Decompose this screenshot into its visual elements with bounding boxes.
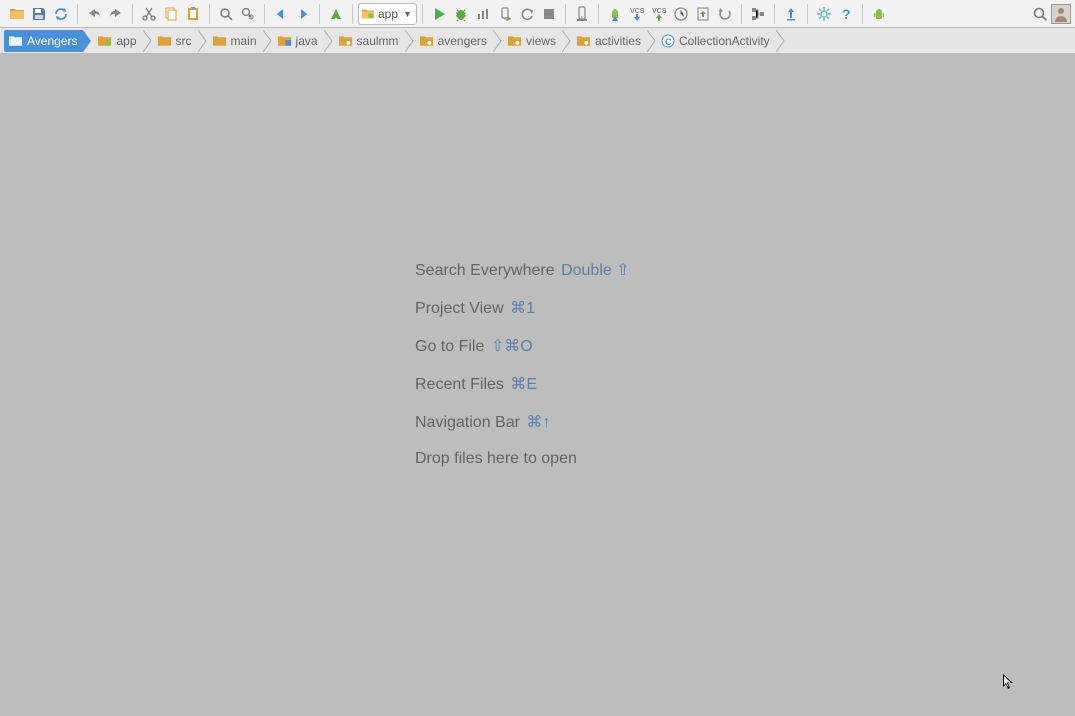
help-button[interactable]: ? <box>835 3 857 25</box>
hint-navigation-bar: Navigation Bar ⌘↑ <box>415 412 630 432</box>
make-project-button[interactable] <box>325 3 347 25</box>
breadcrumb-label: app <box>116 34 136 48</box>
keyboard-hints: Search Everywhere Double ⇧ Project View … <box>415 260 630 468</box>
svg-text:C: C <box>665 37 672 47</box>
stop-button[interactable] <box>538 3 560 25</box>
copy-button[interactable] <box>160 3 182 25</box>
breadcrumb-package-avengers[interactable]: avengers <box>415 30 493 52</box>
save-button[interactable] <box>28 3 50 25</box>
hint-project-view: Project View ⌘1 <box>415 298 630 318</box>
redo-button[interactable] <box>105 3 127 25</box>
debug-button[interactable] <box>450 3 472 25</box>
breadcrumb-label: java <box>296 34 318 48</box>
breadcrumb-package-activities[interactable]: activities <box>572 30 647 52</box>
paste-button[interactable] <box>182 3 204 25</box>
hint-recent-files: Recent Files ⌘E <box>415 374 630 394</box>
navigation-breadcrumb: Avengers app src main java saulmm avenge… <box>0 28 1075 54</box>
android-tips-button[interactable] <box>868 3 890 25</box>
forward-button[interactable] <box>292 3 314 25</box>
breadcrumb-label: CollectionActivity <box>679 34 770 48</box>
run-button[interactable] <box>428 3 450 25</box>
breadcrumb-label: src <box>176 34 192 48</box>
breadcrumb-package-views[interactable]: views <box>503 30 562 52</box>
replace-button[interactable] <box>237 3 259 25</box>
hint-search-everywhere: Search Everywhere Double ⇧ <box>415 260 630 280</box>
svg-text:VCS: VCS <box>630 8 645 15</box>
editor-empty-state: Search Everywhere Double ⇧ Project View … <box>0 54 1075 716</box>
settings-button[interactable] <box>813 3 835 25</box>
find-button[interactable] <box>215 3 237 25</box>
breadcrumb-label: activities <box>595 34 641 48</box>
back-button[interactable] <box>270 3 292 25</box>
breadcrumb-label: views <box>526 34 556 48</box>
run-configuration-selector[interactable]: app ▼ <box>358 3 417 25</box>
svg-text:VCS: VCS <box>652 8 667 15</box>
breadcrumb-project[interactable]: Avengers <box>4 30 83 52</box>
vcs-push-button[interactable] <box>692 3 714 25</box>
run-config-label: app <box>378 7 398 21</box>
apply-changes-button[interactable] <box>516 3 538 25</box>
breadcrumb-label: Avengers <box>27 34 77 48</box>
sdk-manager-button[interactable] <box>604 3 626 25</box>
attach-debugger-button[interactable] <box>494 3 516 25</box>
chevron-down-icon: ▼ <box>403 9 412 19</box>
breadcrumb-class[interactable]: C CollectionActivity <box>657 30 776 52</box>
breadcrumb-folder-main[interactable]: main <box>208 30 263 52</box>
hint-go-to-file: Go to File ⇧⌘O <box>415 336 630 356</box>
shortcut-text: ⇧⌘O <box>491 338 533 355</box>
vcs-update-button[interactable]: VCS <box>626 3 648 25</box>
breadcrumb-label: saulmm <box>357 34 399 48</box>
vcs-revert-button[interactable] <box>714 3 736 25</box>
breadcrumb-package-saulmm[interactable]: saulmm <box>334 30 405 52</box>
user-avatar[interactable] <box>1051 4 1071 24</box>
profile-button[interactable] <box>472 3 494 25</box>
sync-button[interactable] <box>50 3 72 25</box>
breadcrumb-folder-src[interactable]: src <box>153 30 198 52</box>
shortcut-text: ⌘↑ <box>526 414 550 431</box>
project-structure-button[interactable] <box>747 3 769 25</box>
undo-button[interactable] <box>83 3 105 25</box>
open-file-button[interactable] <box>6 3 28 25</box>
mouse-cursor-icon <box>1002 673 1016 691</box>
svg-text:?: ? <box>842 6 851 22</box>
vcs-history-button[interactable] <box>670 3 692 25</box>
main-toolbar: app ▼ VCS <box>0 0 1075 28</box>
cut-button[interactable] <box>138 3 160 25</box>
shortcut-text: ⌘E <box>510 376 537 393</box>
shortcut-text: ⌘1 <box>510 300 535 317</box>
shortcut-text: Double ⇧ <box>561 262 630 279</box>
search-everywhere-button[interactable] <box>1029 3 1051 25</box>
avd-manager-button[interactable] <box>571 3 593 25</box>
breadcrumb-label: main <box>231 34 257 48</box>
breadcrumb-module[interactable]: app <box>93 30 142 52</box>
breadcrumb-folder-java[interactable]: java <box>273 30 324 52</box>
gradle-sync-button[interactable] <box>780 3 802 25</box>
breadcrumb-label: avengers <box>438 34 487 48</box>
vcs-commit-button[interactable]: VCS <box>648 3 670 25</box>
hint-drop-files: Drop files here to open <box>415 450 630 468</box>
